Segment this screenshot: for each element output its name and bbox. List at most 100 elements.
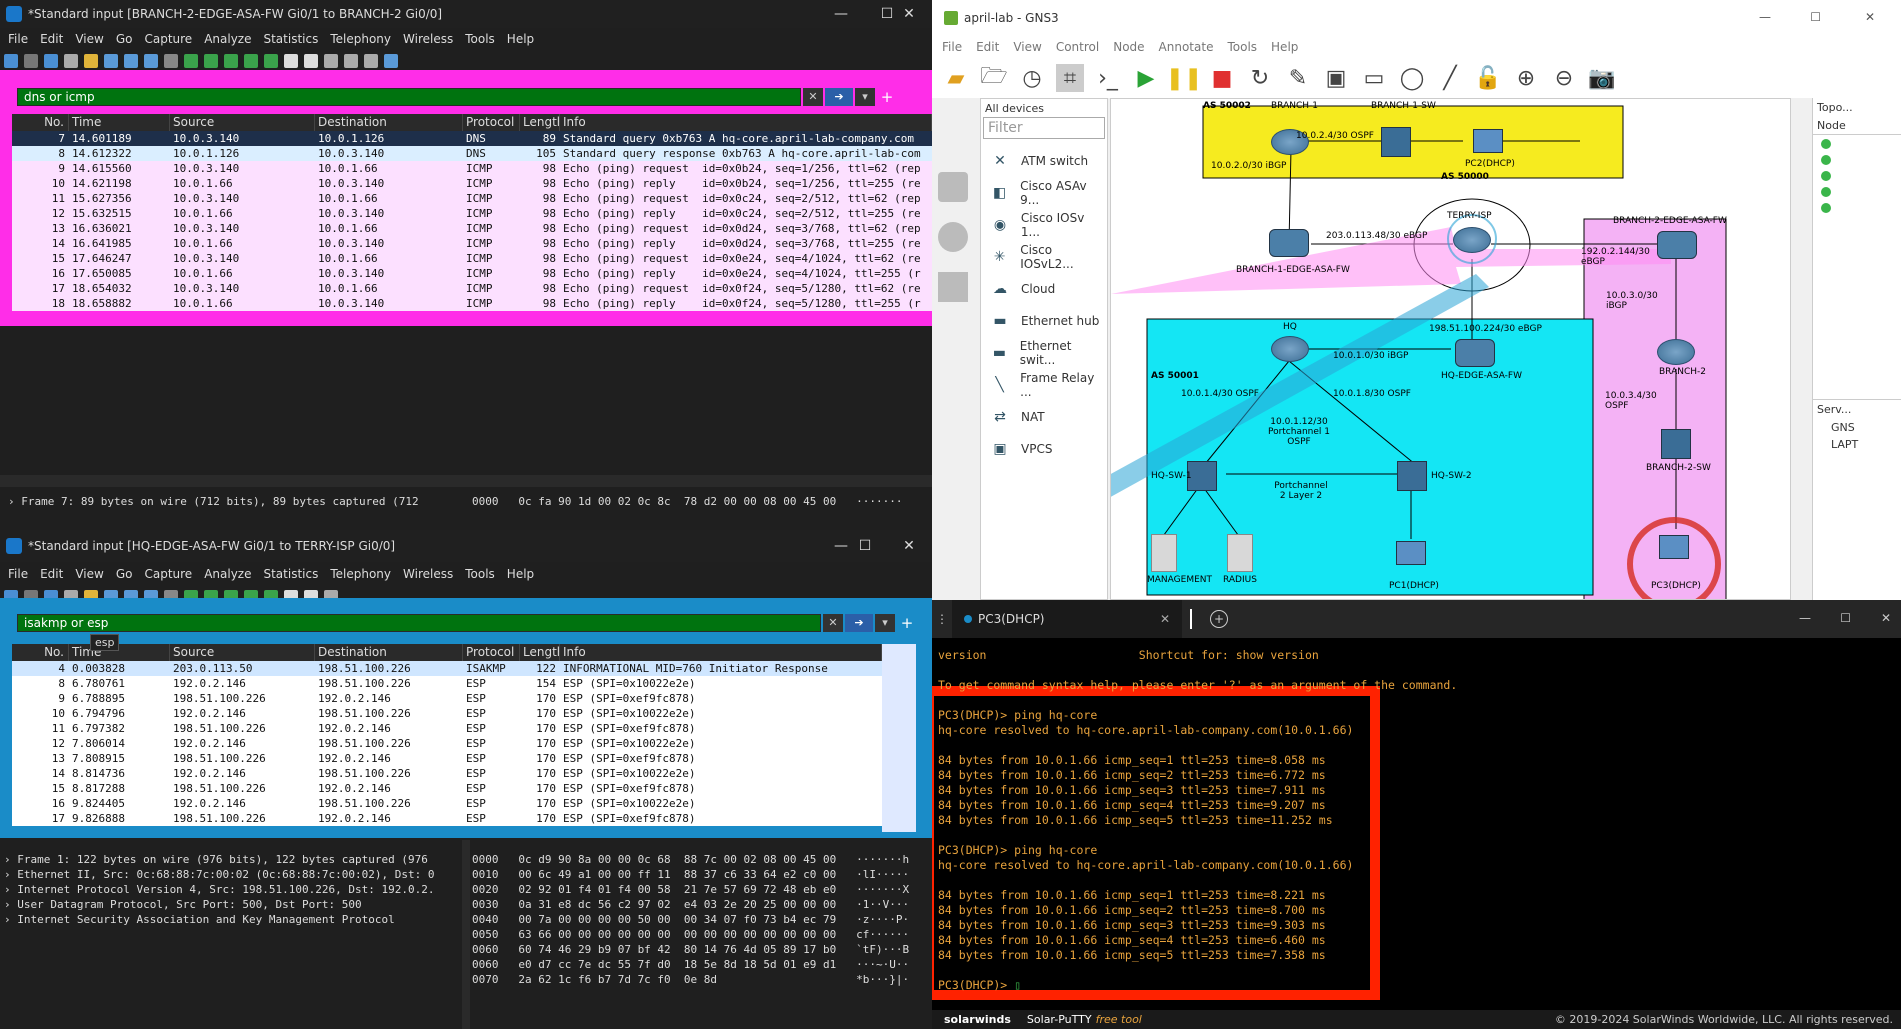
packet-row[interactable]: 15 17.646247 10.0.3.140 10.0.1.66 ICMP 98 Echo… <box>12 251 932 266</box>
server-item[interactable]: LAPT <box>1813 436 1901 453</box>
add-link-icon[interactable] <box>938 272 968 302</box>
column-header-time[interactable]: Time <box>69 114 170 131</box>
browse-devices-icon[interactable] <box>938 172 968 202</box>
topology-canvas[interactable]: AS 50002 AS 50000 AS 50001 BRANCH-1 BRAN… <box>1110 98 1810 600</box>
filter-autocomplete-tooltip[interactable]: esp <box>90 634 120 651</box>
console-all-icon[interactable]: ›_ <box>1094 64 1122 92</box>
detail-line[interactable]: Frame 7: 89 bytes on wire (712 bits), 89… <box>21 495 418 508</box>
screenshot-icon[interactable]: 📷 <box>1588 64 1616 92</box>
packet-row[interactable]: 12 15.632515 10.0.1.66 10.0.3.140 ICMP 98 Echo… <box>12 206 932 221</box>
start-all-icon[interactable]: ▶ <box>1132 64 1160 92</box>
column-header-source[interactable]: Source <box>170 644 315 661</box>
column-header-protocol[interactable]: Protocol <box>463 114 520 131</box>
reload-icon[interactable] <box>144 54 158 68</box>
column-header-no[interactable]: No. <box>12 114 69 131</box>
maximize-button[interactable]: ☐ <box>1840 611 1851 625</box>
menu-item-help[interactable]: Help <box>507 32 534 46</box>
packet-row[interactable]: 7 14.601189 10.0.3.140 10.0.1.126 DNS 89 Stand… <box>12 131 932 146</box>
menu-item-tools[interactable]: Tools <box>465 32 495 46</box>
menu-item-annotate[interactable]: Annotate <box>1159 40 1214 54</box>
device-item[interactable]: ◧ Cisco ASAv 9... <box>981 177 1107 209</box>
close-button[interactable]: ✕ <box>1865 10 1875 24</box>
detail-line[interactable]: › Internet Protocol Version 4, Src: 198.… <box>4 882 464 897</box>
server-item[interactable]: GNS <box>1813 419 1901 436</box>
device-item[interactable]: ✕ ATM switch <box>981 145 1107 177</box>
packet-row[interactable]: 15 8.817288 198.51.100.226 192.0.2.146 ESP 17… <box>12 781 882 796</box>
first-icon[interactable] <box>244 54 258 68</box>
display-filter-input[interactable]: dns or icmp <box>17 88 801 106</box>
detail-line[interactable]: › Frame 1: 122 bytes on wire (976 bits),… <box>4 852 464 867</box>
close-button[interactable]: ✕ <box>1881 611 1891 625</box>
menu-item-edit[interactable]: Edit <box>40 32 63 46</box>
shark-fin-icon[interactable] <box>4 54 18 68</box>
menu-item-tools[interactable]: Tools <box>1227 40 1257 54</box>
branch1-sw-switch[interactable] <box>1381 127 1411 157</box>
column-header-source[interactable]: Source <box>170 114 315 131</box>
apply-filter-icon[interactable]: ➔ <box>845 614 873 632</box>
snapshot-icon[interactable]: ◷ <box>1018 64 1046 92</box>
packet-row[interactable]: 16 9.824405 192.0.2.146 198.51.100.226 ESP 17… <box>12 796 882 811</box>
menu-item-view[interactable]: View <box>75 567 103 581</box>
close-file-icon[interactable] <box>124 54 138 68</box>
show-interface-labels-icon[interactable]: ⌗ <box>1056 64 1084 92</box>
autoscroll-icon[interactable] <box>284 54 298 68</box>
menu-item-node[interactable]: Node <box>1113 40 1144 54</box>
packet-row[interactable]: 13 16.636021 10.0.3.140 10.0.1.66 ICMP 98 Echo… <box>12 221 932 236</box>
filter-dropdown-icon[interactable]: ▾ <box>875 614 895 632</box>
device-item[interactable]: ╲ Frame Relay ... <box>981 369 1107 401</box>
pc3-vpcs[interactable] <box>1659 535 1689 559</box>
goto-icon[interactable] <box>224 54 238 68</box>
insert-picture-icon[interactable]: ▣ <box>1322 64 1350 92</box>
pc1-vpcs[interactable] <box>1396 541 1426 565</box>
packet-row[interactable]: 14 8.814736 192.0.2.146 198.51.100.226 ESP 17… <box>12 766 882 781</box>
zoom-out-icon[interactable]: ⊖ <box>1550 64 1578 92</box>
add-filter-button[interactable]: + <box>877 88 897 106</box>
detail-line[interactable]: › Internet Security Association and Key … <box>4 912 464 927</box>
column-header-length[interactable]: Length <box>520 114 560 131</box>
device-item[interactable]: ▣ VPCS <box>981 433 1107 465</box>
menu-item-wireless[interactable]: Wireless <box>403 32 453 46</box>
clear-filter-icon[interactable]: ✕ <box>823 614 843 632</box>
zoom-reset-icon[interactable] <box>364 54 378 68</box>
minimize-button[interactable]: — <box>1759 10 1771 24</box>
pane-splitter[interactable] <box>462 840 470 1029</box>
menu-item-edit[interactable]: Edit <box>976 40 999 54</box>
lock-icon[interactable]: 🔓 <box>1474 64 1502 92</box>
terminal-tab[interactable]: PC3(DHCP) ✕ <box>952 600 1182 638</box>
draw-rectangle-icon[interactable]: ▭ <box>1360 64 1388 92</box>
hq-router[interactable] <box>1271 336 1309 362</box>
packet-row[interactable]: 9 6.788895 198.51.100.226 192.0.2.146 ESP 170… <box>12 691 882 706</box>
horizontal-scrollbar[interactable] <box>0 475 932 487</box>
menu-item-help[interactable]: Help <box>507 567 534 581</box>
menu-item-help[interactable]: Help <box>1271 40 1298 54</box>
device-item[interactable]: ✳ Cisco IOSvL2... <box>981 241 1107 273</box>
column-header-destination[interactable]: Destination <box>315 644 463 661</box>
column-header-length[interactable]: Length <box>520 644 560 661</box>
stop-all-icon[interactable]: ■ <box>1208 64 1236 92</box>
reload-all-icon[interactable]: ↻ <box>1246 64 1274 92</box>
zoom-in-icon[interactable] <box>324 54 338 68</box>
new-project-icon[interactable]: ▰ <box>942 64 970 92</box>
packet-row[interactable]: 13 7.808915 198.51.100.226 192.0.2.146 ESP 17… <box>12 751 882 766</box>
apply-filter-icon[interactable]: ➔ <box>825 88 853 106</box>
hq-asa-firewall[interactable] <box>1455 339 1495 367</box>
menu-item-edit[interactable]: Edit <box>40 567 63 581</box>
forward-icon[interactable] <box>204 54 218 68</box>
menu-item-file[interactable]: File <box>8 32 28 46</box>
back-icon[interactable] <box>184 54 198 68</box>
menu-item-go[interactable]: Go <box>116 567 133 581</box>
packet-row[interactable]: 11 15.627356 10.0.3.140 10.0.1.66 ICMP 98 Echo… <box>12 191 932 206</box>
branch1-asa-firewall[interactable] <box>1269 229 1309 257</box>
column-header-info[interactable]: Info <box>560 644 882 661</box>
packet-row[interactable]: 4 0.003828 203.0.113.50 198.51.100.226 ISAKM… <box>12 661 882 676</box>
menu-item-statistics[interactable]: Statistics <box>263 32 318 46</box>
minimize-button[interactable]: — <box>818 0 864 28</box>
column-header-info[interactable]: Info <box>560 114 932 131</box>
device-item[interactable]: ◉ Cisco IOSv 1... <box>981 209 1107 241</box>
branch2-router[interactable] <box>1657 339 1695 365</box>
management-server[interactable] <box>1151 534 1177 572</box>
maximize-button[interactable]: ☐ <box>1810 10 1821 24</box>
device-item[interactable]: ☁ Cloud <box>981 273 1107 305</box>
draw-line-icon[interactable]: ╱ <box>1436 64 1464 92</box>
packet-row[interactable]: 12 7.806014 192.0.2.146 198.51.100.226 ESP 17… <box>12 736 882 751</box>
